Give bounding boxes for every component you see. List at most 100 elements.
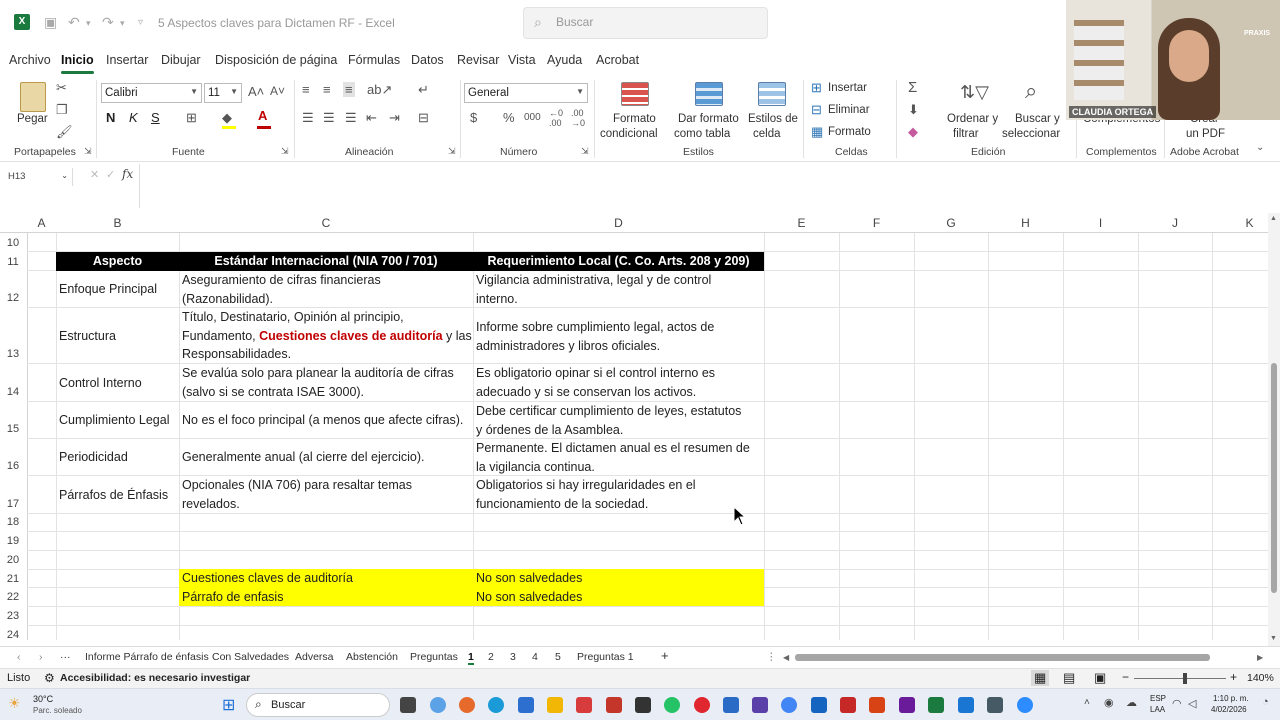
cell-b15[interactable]: Cumplimiento Legal (59, 411, 169, 430)
format-painter-icon[interactable]: 🖌 (56, 124, 73, 140)
horizontal-scroll-thumb[interactable] (795, 654, 1210, 661)
windows-start-icon[interactable]: ⊞ (222, 695, 235, 715)
scroll-down-icon[interactable]: ▼ (1270, 635, 1277, 642)
opera-icon[interactable] (694, 697, 710, 713)
zoom-out-icon[interactable]: − (1122, 670, 1129, 684)
align-center-icon[interactable]: ☰ (323, 110, 335, 126)
header-aspecto[interactable]: Aspecto (56, 252, 179, 271)
page-break-icon[interactable]: ▣ (1094, 670, 1106, 686)
weather-temp[interactable]: 30°C (33, 694, 53, 704)
cell-d22[interactable]: No son salvedades (476, 588, 582, 607)
firefox-icon[interactable] (459, 697, 475, 713)
more-sheets-icon[interactable]: ··· (60, 651, 71, 663)
collapse-ribbon-icon[interactable]: ⌄ (1256, 142, 1264, 153)
menu-vista[interactable]: Vista (508, 53, 536, 67)
tab-3[interactable]: 3 (510, 651, 516, 663)
decrease-decimal-icon[interactable]: .00 →0 (571, 108, 585, 128)
app-icon[interactable] (987, 697, 1003, 713)
tray-chevron-icon[interactable]: ˄ (1084, 697, 1090, 708)
clock-date[interactable]: 4/02/2026 (1211, 705, 1247, 714)
font-size-combo[interactable]: 11 ▼ (204, 83, 242, 103)
dialog-launcher-icon[interactable]: ⇲ (581, 146, 589, 157)
decrease-indent-icon[interactable]: ⇤ (366, 110, 377, 126)
dialog-launcher-icon[interactable]: ⇲ (448, 146, 456, 157)
vertical-scrollbar[interactable]: ▲ ▼ (1268, 213, 1280, 646)
tab-preguntas[interactable]: Preguntas (410, 651, 458, 663)
tab-adversa[interactable]: Adversa (295, 651, 334, 663)
undo-icon[interactable]: ↶ (68, 14, 80, 31)
underline-icon[interactable]: S (151, 110, 160, 125)
formula-input[interactable] (139, 164, 1280, 208)
function-icon[interactable]: fx (122, 167, 133, 181)
cell-b17[interactable]: Párrafos de Énfasis (59, 486, 168, 505)
cell-d16[interactable]: Permanente. El dictamen anual es el resu… (476, 439, 764, 476)
increase-font-icon[interactable]: A˄ (248, 84, 264, 99)
cell-d17[interactable]: Obligatorios si hay irregularidades en e… (476, 476, 764, 513)
volume-icon[interactable]: ◁ (1188, 697, 1196, 710)
hscroll-right-icon[interactable]: ▶ (1257, 653, 1263, 662)
clear-icon[interactable]: ◆ (908, 124, 918, 140)
sort-filter-icon[interactable]: ⇅▽ (960, 82, 989, 103)
align-left-icon[interactable]: ☰ (302, 110, 314, 126)
conditional-format-label-1[interactable]: Formato (613, 113, 656, 125)
font-name-combo[interactable]: Calibri ▼ (101, 83, 202, 103)
edge-icon[interactable] (488, 697, 504, 713)
cell-styles-label-2[interactable]: celda (753, 128, 781, 140)
menu-ayuda[interactable]: Ayuda (547, 53, 582, 67)
row-header-22[interactable]: 22 (0, 591, 26, 603)
task-view-icon[interactable] (400, 697, 416, 713)
borders-icon[interactable]: ⊞ (186, 110, 197, 126)
tab-2[interactable]: 2 (488, 651, 494, 663)
search-box[interactable]: ⌕ Buscar (523, 7, 768, 39)
paste-button[interactable]: Pegar (17, 113, 48, 125)
format-cells-button[interactable]: Formato (828, 126, 871, 138)
column-header-i[interactable]: I (1063, 216, 1138, 230)
page-layout-icon[interactable]: ▤ (1063, 670, 1075, 686)
language-code[interactable]: ESP (1150, 694, 1166, 703)
merge-center-icon[interactable]: ⊟ (418, 110, 429, 126)
column-header-b[interactable]: B (56, 216, 179, 230)
find-select-label-2[interactable]: seleccionar (1002, 128, 1060, 140)
sort-filter-label-2[interactable]: filtrar (953, 128, 979, 140)
undo-dropdown-icon[interactable]: ▾ (86, 18, 91, 29)
cell-c13[interactable]: Título, Destinatario, Opinión al princip… (182, 308, 472, 364)
cell-c22[interactable]: Párrafo de enfasis (182, 588, 283, 607)
cell-b16[interactable]: Periodicidad (59, 448, 128, 467)
weather-desc[interactable]: Parc. soleado (33, 706, 82, 715)
delete-cells-button[interactable]: Eliminar (828, 104, 870, 116)
format-cells-icon[interactable]: ▦ (811, 124, 823, 140)
menu-revisar[interactable]: Revisar (457, 53, 499, 67)
scroll-thumb[interactable] (1271, 363, 1277, 593)
tray-icon[interactable]: ☁ (1126, 696, 1137, 709)
tab-1[interactable]: 1 (468, 651, 474, 665)
insert-cells-icon[interactable]: ⊞ (811, 80, 822, 96)
align-middle-icon[interactable]: ≡ (323, 82, 331, 97)
menu-dibujar[interactable]: Dibujar (161, 53, 201, 67)
language-layout[interactable]: LAA (1150, 705, 1165, 714)
decrease-font-icon[interactable]: A˅ (270, 84, 285, 98)
menu-formulas[interactable]: Fórmulas (348, 53, 400, 67)
copy-icon[interactable]: ❐ (56, 102, 68, 118)
normal-view-icon[interactable]: ▦ (1031, 670, 1050, 686)
delete-cells-icon[interactable]: ⊟ (811, 102, 822, 118)
powerpoint-icon[interactable] (869, 697, 885, 713)
column-header-f[interactable]: F (839, 216, 914, 230)
column-header-g[interactable]: G (914, 216, 988, 230)
conditional-format-label-2[interactable]: condicional (600, 128, 658, 140)
find-select-icon[interactable]: ⌕ (1025, 78, 1037, 104)
add-sheet-icon[interactable]: + (661, 648, 669, 663)
autosum-icon[interactable]: Σ (908, 79, 917, 96)
app-icon[interactable] (723, 697, 739, 713)
cancel-icon[interactable]: ✕ (90, 168, 99, 181)
column-header-j[interactable]: J (1138, 216, 1212, 230)
wifi-icon[interactable]: ◠ (1172, 697, 1182, 710)
notification-icon[interactable]: ◔ (1262, 696, 1269, 708)
thousands-separator-icon[interactable]: 000 (524, 112, 541, 123)
cell-styles-label-1[interactable]: Estilos de (748, 113, 798, 125)
tab-con-salvedades[interactable]: Con Salvedades (212, 651, 289, 663)
hscroll-left-icon[interactable]: ◀ (783, 653, 789, 662)
cell-d12[interactable]: Vigilancia administrativa, legal y de co… (476, 271, 764, 308)
italic-icon[interactable]: K (129, 110, 138, 125)
cut-icon[interactable]: ✂ (56, 80, 67, 96)
next-sheet-icon[interactable]: › (39, 651, 43, 663)
